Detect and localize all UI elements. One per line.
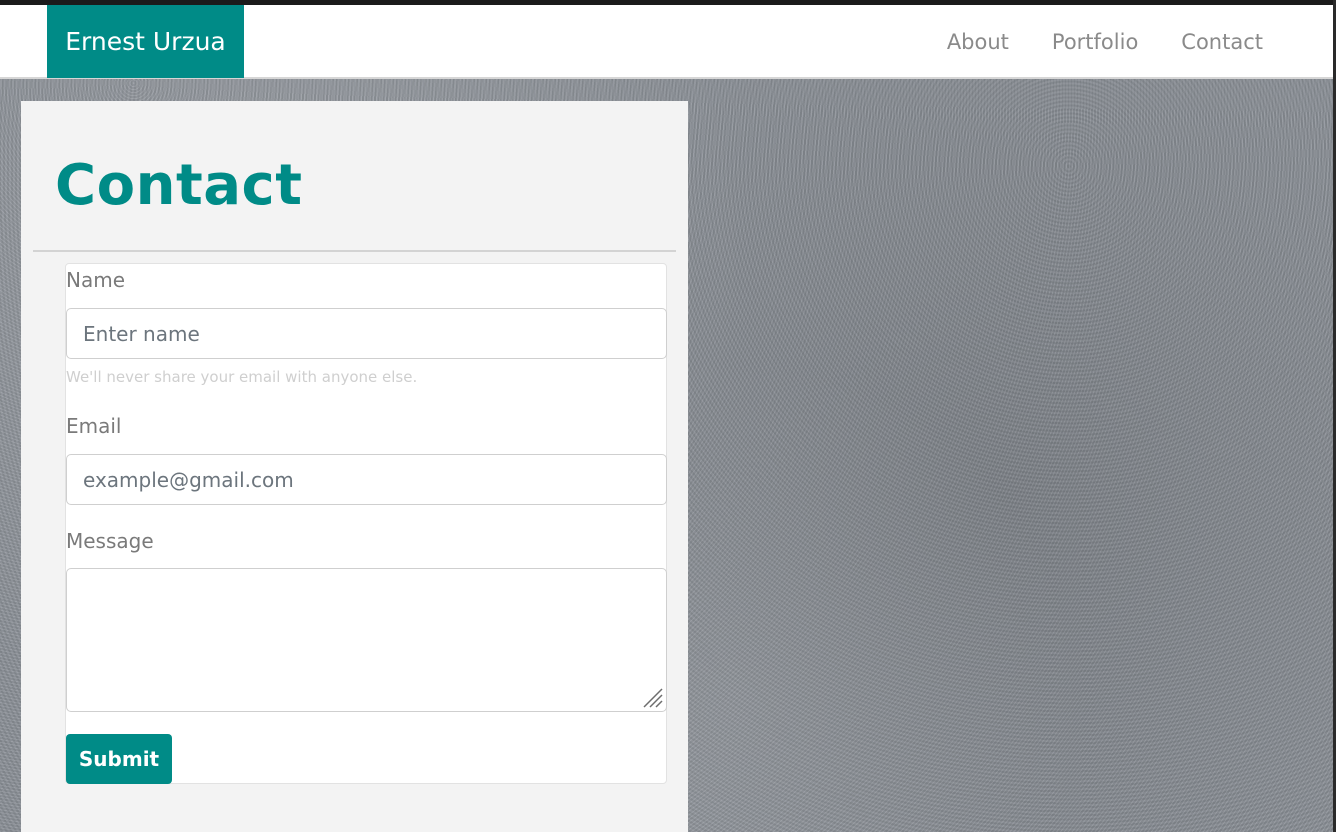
nav-link-contact[interactable]: Contact (1181, 30, 1263, 54)
message-label: Message (66, 529, 154, 553)
message-textarea[interactable] (66, 568, 667, 712)
navbar: Ernest Urzua About Portfolio Contact (0, 5, 1333, 79)
submit-button[interactable]: Submit (66, 734, 172, 784)
email-input[interactable] (66, 454, 667, 505)
contact-form: Name We'll never share your email with a… (65, 263, 667, 784)
resize-grip-icon[interactable] (640, 685, 664, 709)
title-divider (33, 250, 676, 252)
name-help-text: We'll never share your email with anyone… (66, 368, 418, 386)
nav-link-portfolio[interactable]: Portfolio (1052, 30, 1138, 54)
name-input[interactable] (66, 308, 667, 359)
brand-link[interactable]: Ernest Urzua (47, 5, 244, 78)
contact-panel: Contact Name We'll never share your emai… (21, 101, 688, 832)
email-label: Email (66, 414, 122, 438)
page-title: Contact (55, 153, 303, 218)
name-label: Name (66, 268, 126, 292)
nav-links: About Portfolio Contact (947, 5, 1263, 78)
nav-link-about[interactable]: About (947, 30, 1009, 54)
